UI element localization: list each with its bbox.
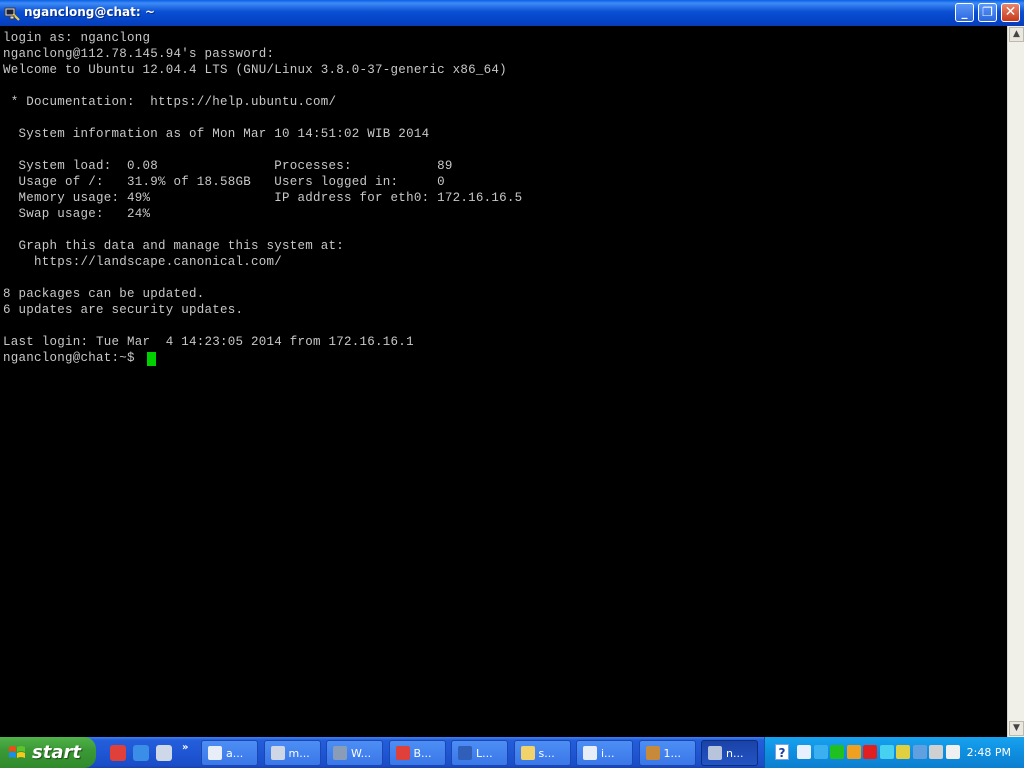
update-icon[interactable] [896,745,910,759]
scroll-up-arrow-icon[interactable]: ▲ [1009,27,1024,42]
taskbar-button[interactable]: n... [701,740,758,766]
start-button[interactable]: start [0,737,96,768]
terminal-line: Graph this data and manage this system a… [3,239,345,253]
window-title: nganclong@chat: ~ [24,5,155,19]
scroll-down-arrow-icon[interactable]: ▼ [1009,721,1024,736]
network-icon[interactable] [797,745,811,759]
terminal-output[interactable]: login as: nganclong nganclong@112.78.145.… [0,26,1007,737]
start-label: start [32,742,81,763]
terminal-line: Usage of /: 31.9% of 18.58GB Users logge… [3,175,445,189]
taskbar-button[interactable]: L... [451,740,508,766]
terminal-icon [333,746,347,760]
terminal-line: login as: nganclong [3,31,151,45]
taskbar-button-label: 1... [663,747,682,760]
terminal-line: * Documentation: https://help.ubuntu.com… [3,95,337,109]
taskbar-button[interactable]: m... [263,740,321,766]
maximize-button[interactable]: ❐ [978,3,997,22]
taskbar-button[interactable]: s... [513,740,571,766]
flame-icon[interactable] [846,745,861,759]
putty-icon[interactable] [4,5,20,21]
terminal-line: System information as of Mon Mar 10 14:5… [3,127,430,141]
taskbar-button-label: B... [413,747,432,760]
taskbar-button-label: W... [351,747,372,760]
taskbar-button[interactable]: a... [201,740,258,766]
window-titlebar[interactable]: nganclong@chat: ~ _ ❐ ✕ [0,0,1024,26]
windows-icon[interactable] [879,745,894,759]
app-icon [645,746,660,760]
back-icon[interactable] [813,745,828,759]
antivirus-icon[interactable] [863,745,877,759]
vmware-icon[interactable] [945,745,960,759]
terminal-line: System load: 0.08 Processes: 89 [3,159,453,173]
clock[interactable]: 2:48 PM [967,746,1011,759]
vertical-scrollbar[interactable]: ▲ ▼ [1007,26,1024,737]
taskbar-button[interactable]: 1... [638,740,696,766]
taskbar-button-label: s... [538,747,555,760]
chevron-icon[interactable]: » [182,742,188,753]
terminal-cursor [147,352,156,366]
help-icon[interactable]: ? [775,744,789,760]
terminal-line: https://landscape.canonical.com/ [3,255,283,269]
terminal-line: nganclong@112.78.145.94's password: [3,47,275,61]
terminal-line: Swap usage: 24% [3,207,151,221]
monitor-icon[interactable] [912,745,927,759]
terminal-line: nganclong@chat:~$ [3,351,143,365]
taskbar-button-label: m... [288,747,310,760]
taskbar-button[interactable]: B... [388,740,446,766]
windows-logo-icon [9,746,25,758]
taskbar: start » a... m... W... B... L... s... i... 1...… [0,737,1024,768]
green-square-icon[interactable] [830,745,844,759]
document-icon [208,746,222,760]
messenger-icon [270,746,285,760]
terminal-line: 8 packages can be updated. [3,287,205,301]
chrome-icon [395,746,410,760]
terminal-line: Welcome to Ubuntu 12.04.4 LTS (GNU/Linux… [3,63,507,77]
taskbar-button-label: a... [226,747,244,760]
taskbar-button-label: n... [726,747,744,760]
taskbar-button[interactable]: i... [576,740,633,766]
terminal-line: Memory usage: 49% IP address for eth0: 1… [3,191,523,205]
terminal-line: 6 updates are security updates. [3,303,244,317]
close-button[interactable]: ✕ [1001,3,1020,22]
document-icon [583,746,597,760]
weather-icon[interactable] [929,745,943,759]
taskbar-button-label: i... [601,747,615,760]
terminal-line: Last login: Tue Mar 4 14:23:05 2014 from… [3,335,414,349]
folder-icon [520,746,535,760]
putty-icon [708,746,722,760]
terminal-lines: login as: nganclong nganclong@112.78.145.… [3,31,522,367]
ie-icon[interactable] [133,745,149,761]
taskbar-button[interactable]: W... [326,740,383,766]
word-icon [458,746,472,760]
taskbar-button-label: L... [476,747,493,760]
minimize-button[interactable]: _ [955,3,974,22]
chrome-icon[interactable] [110,745,126,761]
virtualbox-icon[interactable] [156,745,172,761]
system-tray: ? 2:48 PM [764,737,1024,768]
